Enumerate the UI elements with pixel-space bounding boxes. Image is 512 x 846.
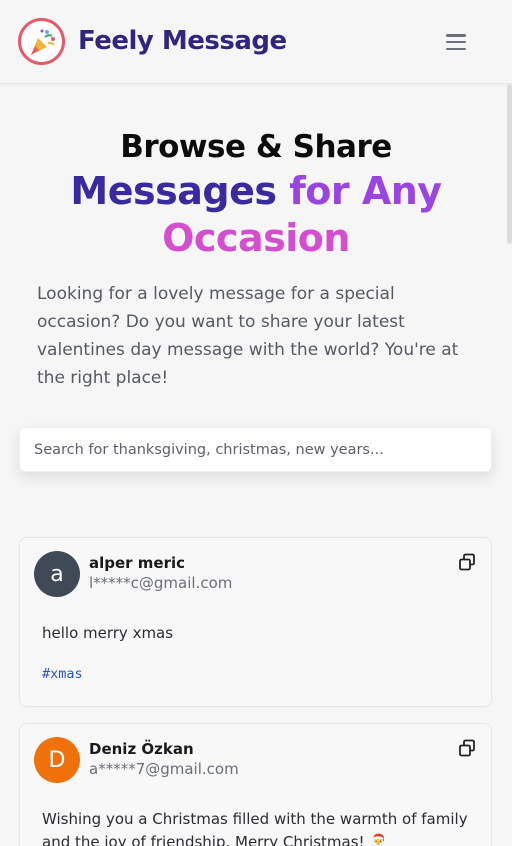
- intro-text: Looking for a lovely message for a speci…: [37, 284, 459, 388]
- top-nav: Feely Message: [0, 0, 512, 84]
- hero-line-3: Occasion: [162, 216, 350, 260]
- search-input[interactable]: [20, 428, 491, 471]
- hero-line-1: Browse & Share: [120, 129, 392, 165]
- author-email: l*****c@gmail.com: [89, 574, 233, 592]
- author-name: alper meric: [89, 554, 186, 572]
- hero-line-2-part-1: Messages: [70, 169, 290, 213]
- copy-icon[interactable]: [458, 739, 476, 757]
- message-text: Wishing you a Christmas filled with the …: [42, 810, 468, 846]
- hamburger-menu-icon[interactable]: [443, 30, 469, 54]
- avatar: D: [34, 737, 80, 783]
- tag-link[interactable]: #xmas: [42, 666, 83, 682]
- hero-line-2: Messages for Any: [0, 168, 512, 214]
- message-text: hello merry xmas: [42, 624, 174, 642]
- brand-name[interactable]: Feely Message: [78, 26, 287, 56]
- author-email: a*****7@gmail.com: [89, 760, 239, 778]
- copy-icon[interactable]: [458, 553, 476, 571]
- avatar: a: [34, 551, 80, 597]
- author-name: Deniz Özkan: [89, 740, 194, 758]
- hero-heading: Browse & Share Messages for Any Occasion: [0, 126, 512, 262]
- party-popper-icon[interactable]: [18, 18, 65, 65]
- message-card: D Deniz Özkan a*****7@gmail.com Wishing …: [19, 723, 492, 846]
- message-card: a alper meric l*****c@gmail.com hello me…: [19, 537, 492, 707]
- hero-line-2-part-2: for Any: [289, 169, 442, 213]
- search-box: [19, 427, 492, 472]
